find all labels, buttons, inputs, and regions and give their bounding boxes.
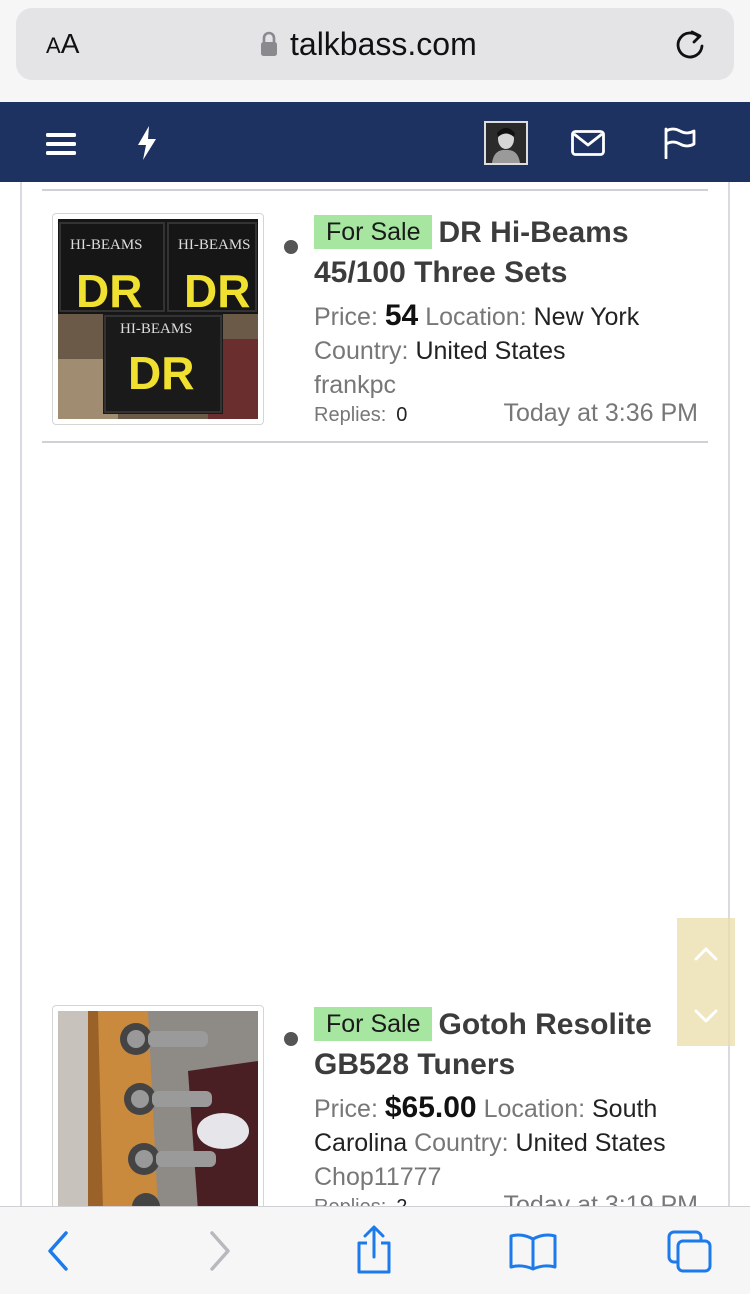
svg-text:DR: DR — [184, 265, 250, 317]
price-value: $65.00 — [384, 1091, 477, 1124]
country-label: Country: — [414, 1129, 509, 1157]
listing-title[interactable]: For Sale Gotoh Resolite GB528 Tuners — [314, 1005, 704, 1085]
for-sale-badge[interactable]: For Sale — [314, 215, 433, 249]
lightning-icon[interactable] — [136, 126, 158, 160]
price-label: Price: — [314, 1095, 378, 1123]
browser-toolbar — [0, 1206, 750, 1294]
share-icon[interactable] — [354, 1225, 394, 1275]
listing-meta: Price: 54 Location: New York Country: Un… — [314, 299, 714, 402]
scroll-down-icon[interactable] — [694, 1008, 718, 1024]
text-size-button[interactable]: AA — [46, 28, 79, 60]
replies-label: Replies: — [314, 1196, 386, 1206]
username-link[interactable]: frankpc — [314, 371, 396, 399]
replies-count: 2 — [396, 1196, 407, 1206]
listing-stats: Replies: 2 Today at 3:19 PM — [314, 1191, 698, 1206]
country-label: Country: — [314, 337, 409, 365]
listing-stats: Replies: 0 Today at 3:36 PM — [314, 399, 698, 428]
flag-icon[interactable] — [663, 127, 697, 159]
country-value: United States — [515, 1129, 666, 1157]
reload-icon[interactable] — [672, 26, 708, 62]
svg-text:HI-BEAMS: HI-BEAMS — [178, 237, 251, 253]
location-label: Location: — [425, 303, 527, 331]
listing-meta: Price: $65.00 Location: South Carolina C… — [314, 1091, 714, 1194]
listing-item[interactable]: For Sale Gotoh Resolite GB528 Tuners Pric… — [52, 1005, 712, 1206]
for-sale-badge[interactable]: For Sale — [314, 1007, 433, 1041]
location-label: Location: — [483, 1095, 586, 1123]
browser-top-bar: AA talkbass.com — [0, 0, 750, 102]
product-image — [58, 1011, 258, 1206]
unread-dot — [284, 240, 298, 254]
post-time[interactable]: Today at 3:36 PM — [503, 399, 698, 428]
location-value: New York — [533, 303, 640, 331]
post-time[interactable]: Today at 3:19 PM — [503, 1191, 698, 1206]
replies-count: 0 — [396, 404, 408, 426]
listing-item[interactable]: HI-BEAMS HI-BEAMS HI-BEAMS DR DR DR For … — [52, 213, 712, 433]
price-value: 54 — [384, 299, 419, 332]
forward-icon[interactable] — [206, 1229, 234, 1273]
lock-icon — [261, 31, 277, 56]
menu-icon[interactable] — [46, 131, 76, 157]
svg-text:HI-BEAMS: HI-BEAMS — [120, 321, 193, 337]
listing-thumbnail[interactable]: HI-BEAMS HI-BEAMS HI-BEAMS DR DR DR — [52, 213, 264, 425]
scroll-up-icon[interactable] — [694, 946, 718, 962]
unread-dot — [284, 1032, 298, 1046]
scroll-control — [677, 918, 735, 1046]
price-label: Price: — [314, 303, 378, 331]
svg-text:DR: DR — [76, 265, 142, 317]
frame-border-right — [728, 182, 730, 1206]
divider — [42, 441, 708, 443]
bookmarks-icon[interactable] — [508, 1231, 558, 1271]
divider — [42, 189, 708, 191]
avatar[interactable] — [484, 121, 528, 165]
svg-text:DR: DR — [128, 347, 194, 399]
address-bar[interactable]: AA talkbass.com — [16, 8, 734, 80]
content-area[interactable]: HI-BEAMS HI-BEAMS HI-BEAMS DR DR DR For … — [0, 182, 750, 1206]
listing-title[interactable]: For Sale DR Hi-Beams 45/100 Three Sets — [314, 213, 704, 293]
country-value: United States — [415, 337, 566, 365]
url-text: talkbass.com — [290, 25, 477, 62]
listing-thumbnail[interactable] — [52, 1005, 264, 1206]
mail-icon[interactable] — [571, 130, 605, 156]
product-image: HI-BEAMS HI-BEAMS HI-BEAMS DR DR DR — [58, 219, 258, 419]
back-icon[interactable] — [44, 1229, 72, 1273]
site-nav-bar — [0, 102, 750, 182]
username-link[interactable]: Chop11777 — [314, 1163, 441, 1191]
url-display[interactable]: talkbass.com — [260, 24, 477, 64]
replies-label: Replies: — [314, 404, 387, 426]
frame-border-left — [20, 182, 22, 1206]
tabs-icon[interactable] — [666, 1229, 714, 1275]
svg-text:HI-BEAMS: HI-BEAMS — [70, 237, 143, 253]
